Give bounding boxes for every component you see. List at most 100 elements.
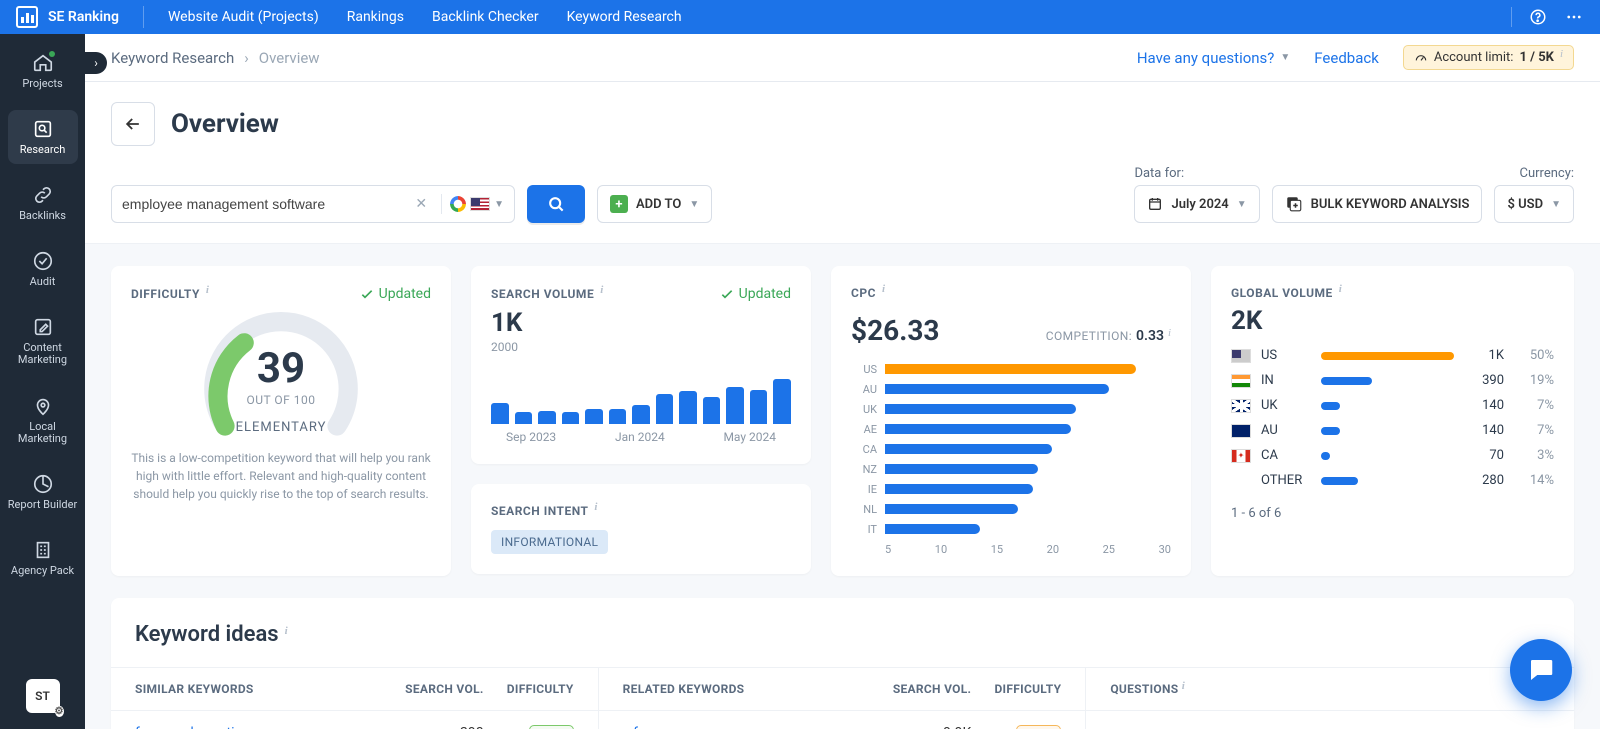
difficulty-pill: 26 [529, 725, 574, 729]
flag-au-icon [1231, 424, 1251, 438]
brand-text: SE Ranking [48, 9, 119, 25]
chat-button[interactable] [1510, 639, 1572, 701]
currency-select[interactable]: $ USD ▼ [1494, 185, 1574, 223]
difficulty-pill: 43 [1016, 725, 1061, 729]
search-icon [546, 194, 566, 214]
chevron-down-icon: ▼ [1280, 52, 1290, 63]
chevron-down-icon: ▼ [494, 199, 504, 210]
breadcrumb-current: Overview [259, 49, 320, 67]
info-icon[interactable]: i [285, 625, 288, 637]
sidebar-item-research[interactable]: Research [8, 110, 78, 164]
breadcrumb-parent[interactable]: Keyword Research [111, 49, 234, 67]
arrow-left-icon [123, 114, 143, 134]
global-volume-footer: 1 - 6 of 6 [1231, 506, 1554, 521]
user-avatar[interactable]: ST [26, 679, 60, 713]
chevron-down-icon: ▼ [689, 199, 699, 210]
keyword-input[interactable] [122, 196, 409, 212]
flag-ca-icon [1231, 449, 1251, 463]
chevron-down-icon: ▼ [1237, 199, 1247, 210]
nav-rankings[interactable]: Rankings [347, 9, 404, 25]
brand-icon [16, 6, 38, 28]
chevron-down-icon: ▼ [1551, 199, 1561, 210]
global-volume-row: OTHER28014% [1231, 473, 1554, 488]
global-volume-row: IN39019% [1231, 373, 1554, 388]
info-icon[interactable]: i [1339, 283, 1343, 295]
info-icon[interactable]: i [594, 501, 598, 513]
brand[interactable]: SE Ranking [16, 6, 144, 28]
sidebar-item-report[interactable]: Report Builder [8, 465, 78, 519]
cpc-value: $26.33 [851, 314, 939, 347]
topbar: SE Ranking Website Audit (Projects) Rank… [0, 0, 1600, 34]
updated-badge: Updated [719, 286, 791, 302]
sidebar-item-agency[interactable]: Agency Pack [8, 531, 78, 585]
divider [1511, 7, 1512, 27]
pin-icon [32, 395, 54, 417]
info-icon[interactable]: i [1182, 680, 1185, 692]
search-volume-card: SEARCH VOLUMEi Updated 1K 2000 Sep 2023 … [471, 266, 811, 464]
global-volume-row: AU1407% [1231, 423, 1554, 438]
feedback-link[interactable]: Feedback [1314, 49, 1379, 67]
sidebar-item-backlinks[interactable]: Backlinks [8, 176, 78, 230]
keyword-ideas-card: Keyword ideasi SIMILAR KEYWORDS SEARCH V… [111, 598, 1574, 729]
research-icon [32, 118, 54, 140]
more-icon[interactable] [1564, 7, 1584, 27]
check-icon [359, 286, 375, 302]
report-icon [32, 473, 54, 495]
gauge-icon [1414, 51, 1428, 65]
chevron-right-icon: › [244, 49, 249, 67]
currency-label: Currency: [1494, 166, 1574, 181]
have-questions-link[interactable]: Have any questions? ▼ [1137, 49, 1290, 67]
volume-value: 1K [491, 308, 791, 338]
bulk-analysis-button[interactable]: BULK KEYWORD ANALYSIS [1272, 185, 1483, 223]
link-icon [32, 184, 54, 206]
sidebar-item-projects[interactable]: Projects [8, 44, 78, 98]
flag-us-icon [1231, 349, 1251, 363]
back-button[interactable] [111, 102, 155, 146]
sidebar-item-local[interactable]: Local Marketing [8, 387, 78, 453]
updated-badge: Updated [359, 286, 431, 302]
info-icon[interactable]: i [1168, 327, 1171, 339]
nav-backlink-checker[interactable]: Backlink Checker [432, 9, 539, 25]
difficulty-card: DIFFICULTYi Updated 39 OUT [111, 266, 451, 576]
search-button[interactable] [527, 185, 585, 223]
info-icon[interactable]: i [882, 283, 886, 295]
help-icon[interactable] [1528, 7, 1548, 27]
calendar-icon [1147, 196, 1163, 212]
keyword-search[interactable]: ✕ ▼ [111, 185, 515, 223]
chat-icon [1526, 655, 1556, 685]
clear-icon[interactable]: ✕ [409, 196, 433, 212]
difficulty-score: 39 [201, 344, 361, 393]
sidebar: Projects Research Backlinks Audit Conten… [0, 34, 85, 729]
cpc-card: CPCi $26.33 COMPETITION: 0.33 i USAUUKAE… [831, 266, 1191, 576]
intent-chip: INFORMATIONAL [491, 530, 608, 554]
google-icon [450, 196, 466, 212]
search-intent-card: SEARCH INTENTi INFORMATIONAL [471, 484, 811, 574]
keyword-link[interactable]: free employee time managem... [135, 725, 374, 729]
keyword-link[interactable]: wfm [623, 725, 862, 729]
engine-select[interactable]: ▼ [450, 196, 504, 212]
account-limit-badge[interactable]: Account limit: 1 / 5K i [1403, 45, 1574, 70]
global-volume-list: US1K50%IN39019%UK1407%AU1407%CA703%OTHER… [1231, 348, 1554, 488]
sidebar-expand-toggle[interactable]: › [85, 52, 107, 74]
bulk-icon [1285, 195, 1303, 213]
cpc-chart: USAUUKAECANZIENLIT [851, 361, 1171, 537]
date-select[interactable]: July 2024 ▼ [1134, 185, 1259, 223]
plus-square-icon: + [610, 195, 628, 213]
breadcrumb-bar: Keyword Research › Overview Have any que… [85, 34, 1600, 82]
topnav: Website Audit (Projects) Rankings Backli… [168, 9, 682, 25]
building-icon [32, 539, 54, 561]
info-icon[interactable]: i [206, 284, 210, 296]
info-icon[interactable]: i [600, 284, 604, 296]
home-icon [32, 52, 54, 74]
page-title: Overview [171, 109, 279, 139]
sidebar-item-audit[interactable]: Audit [8, 242, 78, 296]
global-volume-row: CA703% [1231, 448, 1554, 463]
flag-uk-icon [1231, 399, 1251, 413]
flag-us-icon [470, 197, 490, 211]
global-volume-row: UK1407% [1231, 398, 1554, 413]
nav-website-audit[interactable]: Website Audit (Projects) [168, 9, 319, 25]
sidebar-item-content[interactable]: Content Marketing [8, 308, 78, 374]
add-to-button[interactable]: + ADD TO ▼ [597, 185, 712, 223]
global-volume-card: GLOBAL VOLUMEi 2K US1K50%IN39019%UK1407%… [1211, 266, 1574, 576]
nav-keyword-research[interactable]: Keyword Research [567, 9, 682, 25]
